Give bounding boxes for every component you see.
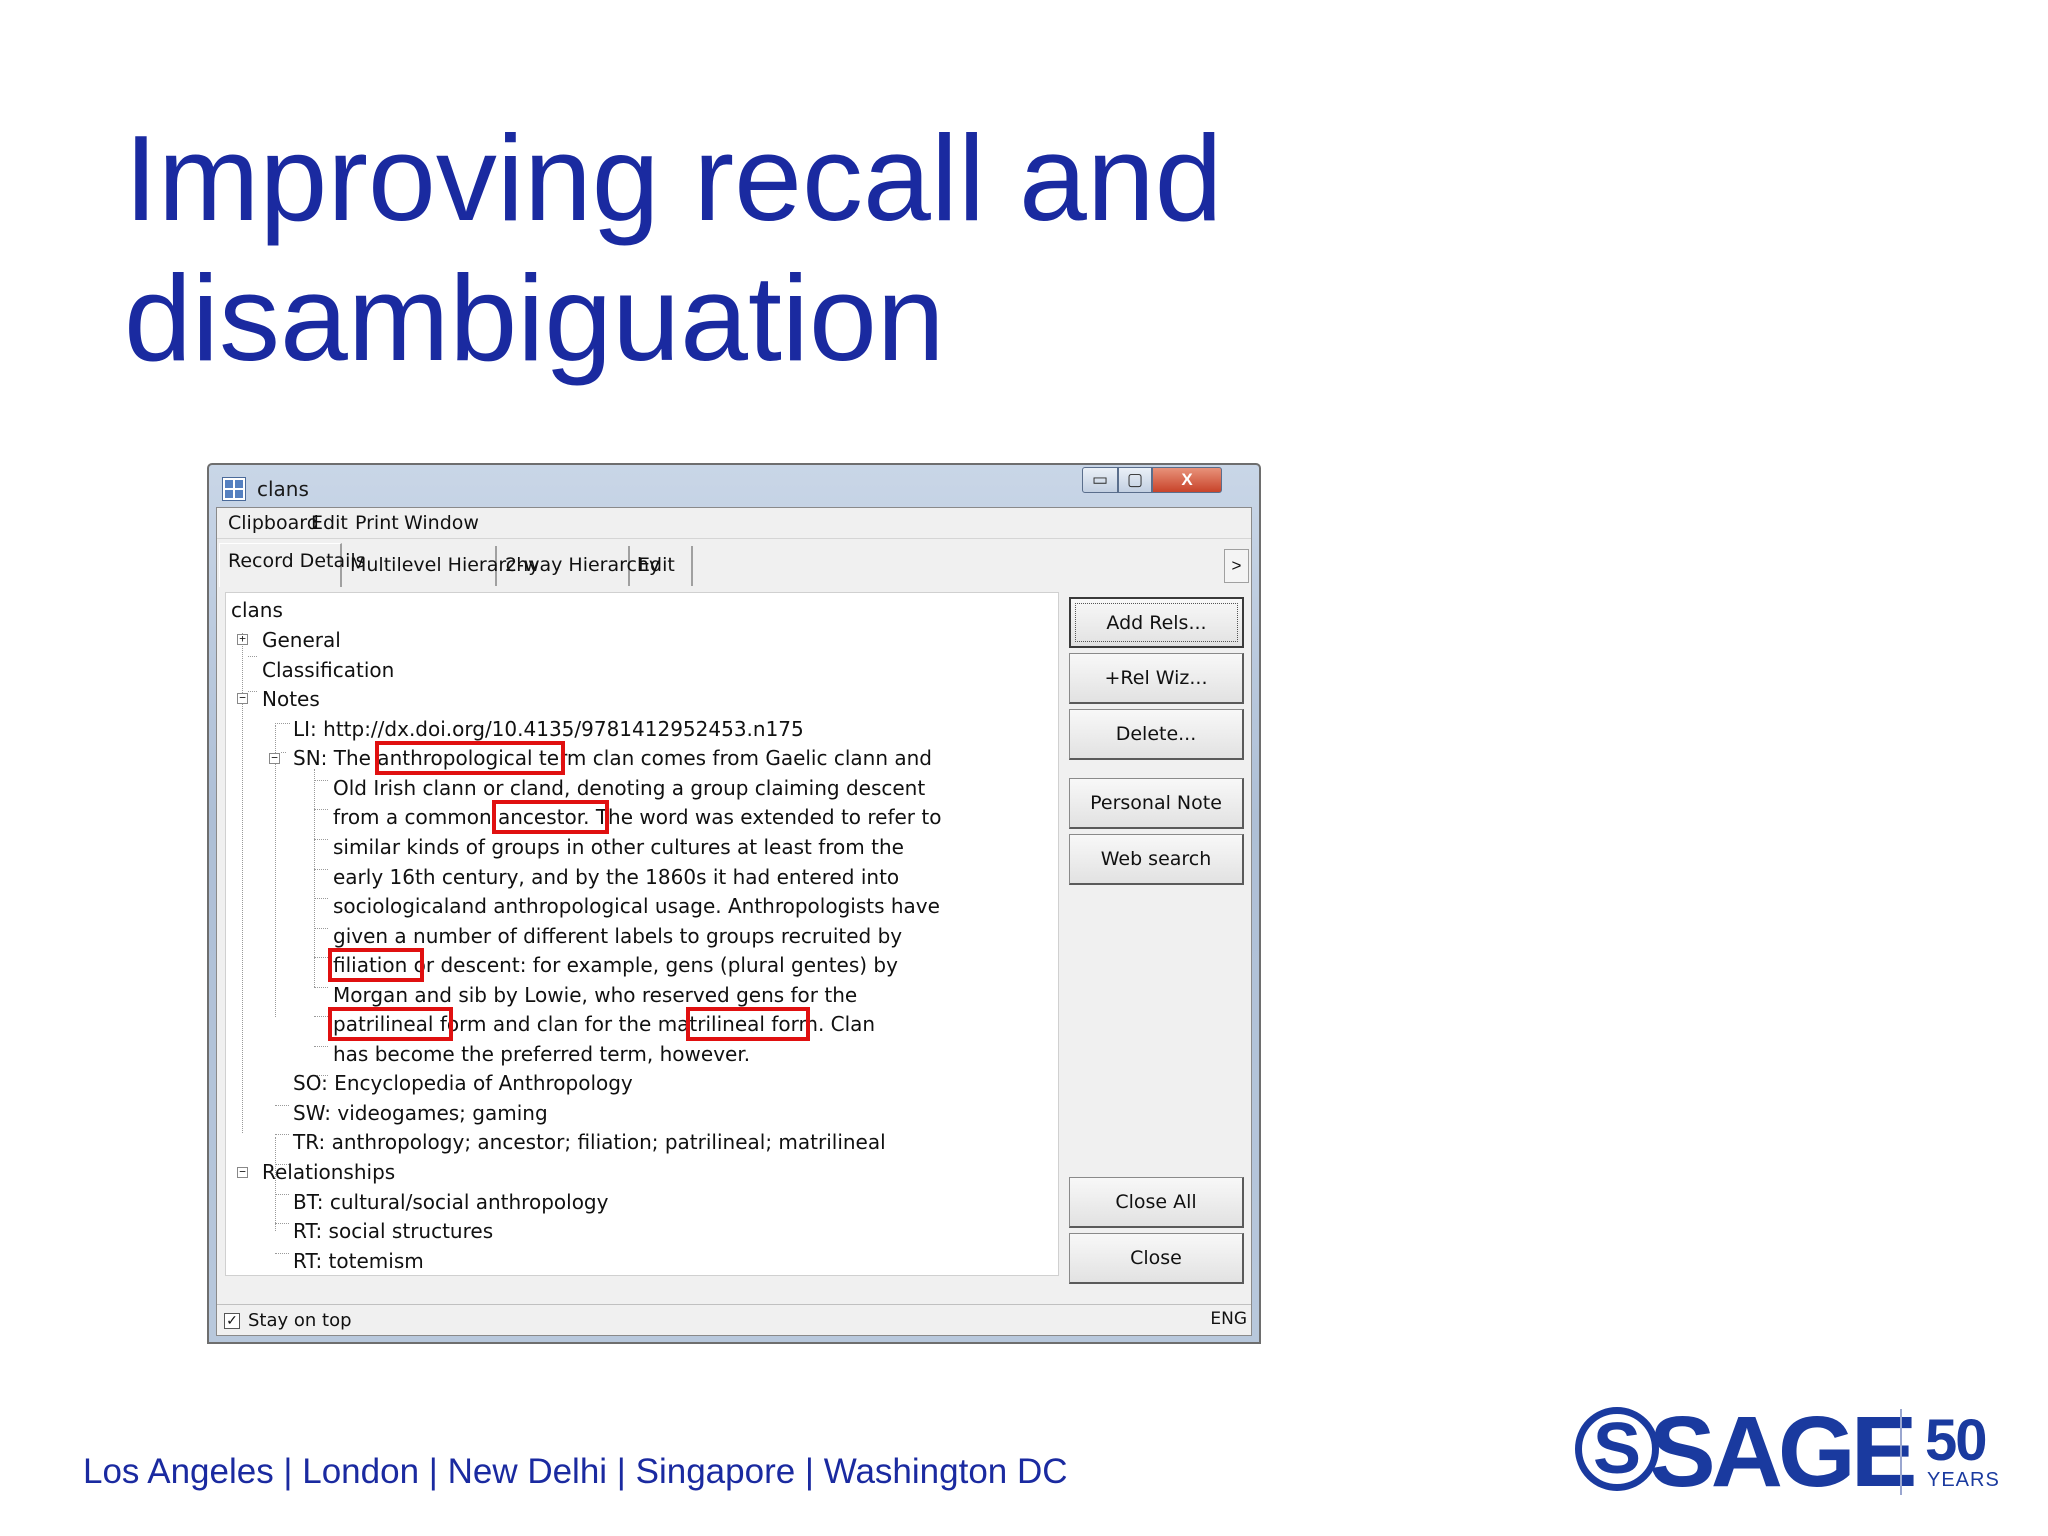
collapse-sn-icon[interactable]: − bbox=[269, 752, 280, 764]
tab-multilevel-hierarchy[interactable]: Multilevel Hierarchy bbox=[342, 546, 540, 586]
tab-edit[interactable]: Edit bbox=[630, 546, 693, 586]
tree-line bbox=[242, 633, 243, 1133]
tree-line bbox=[275, 725, 276, 1017]
sn-line: similar kinds of groups in other culture… bbox=[333, 835, 904, 859]
menu-clipboard[interactable]: Clipboard bbox=[228, 512, 319, 534]
tree-line bbox=[314, 769, 315, 987]
tree-root[interactable]: clans bbox=[231, 597, 283, 623]
tree-node-sw[interactable]: SW: videogames; gaming bbox=[293, 1100, 548, 1126]
expand-general-icon[interactable]: + bbox=[237, 633, 248, 645]
highlight-patrilineal bbox=[328, 1007, 453, 1041]
sn-line: given a number of different labels to gr… bbox=[333, 924, 903, 948]
window-title: clans bbox=[257, 477, 309, 501]
logo-wordmark: SAGE bbox=[1649, 1396, 1917, 1508]
minimize-button[interactable]: ▭ bbox=[1082, 467, 1118, 493]
logo-years-number: 50 bbox=[1925, 1408, 1987, 1473]
sn-line: sociologicaland anthropological usage. A… bbox=[333, 894, 940, 918]
tree-node-li[interactable]: LI: http://dx.doi.org/10.4135/9781412952… bbox=[293, 716, 804, 742]
tree-node-tr[interactable]: TR: anthropology; ancestor; filiation; p… bbox=[293, 1129, 886, 1155]
sn-line: Morgan and sib by Lowie, who reserved ge… bbox=[333, 983, 858, 1007]
menu-print[interactable]: Print bbox=[355, 512, 399, 534]
logo-years-label: YEARS bbox=[1927, 1469, 2000, 1491]
window-body: Clipboard Edit Print Window Record Detai… bbox=[216, 507, 1252, 1336]
tree-node-general[interactable]: General bbox=[262, 627, 341, 653]
menu-window[interactable]: Window bbox=[404, 512, 479, 534]
clans-window: clans ▭ ▢ X Clipboard Edit Print Window … bbox=[207, 463, 1261, 1344]
stay-on-top-label[interactable]: Stay on top bbox=[248, 1310, 352, 1331]
tab-2way-hierarchy[interactable]: 2-way Hierarchy bbox=[497, 546, 660, 586]
highlight-matrilineal bbox=[686, 1007, 810, 1041]
title-line-2: disambiguation bbox=[124, 250, 945, 386]
collapse-notes-icon[interactable]: − bbox=[237, 692, 248, 704]
sn-line: Old Irish clann or cland, denoting a gro… bbox=[333, 776, 926, 800]
tree-node-classification[interactable]: Classification bbox=[262, 657, 394, 683]
sn-line: has become the preferred term, however. bbox=[333, 1042, 751, 1066]
stay-on-top-checkbox[interactable]: ✓ bbox=[224, 1313, 240, 1329]
app-grid-icon bbox=[222, 477, 246, 501]
sage-logo: S SAGE 50 YEARS bbox=[1575, 1396, 2005, 1508]
tree-node-relationships[interactable]: Relationships bbox=[262, 1159, 395, 1185]
sage-s-circle-icon: S bbox=[1575, 1407, 1659, 1491]
tree-node-rt-social-structures[interactable]: RT: social structures bbox=[293, 1218, 493, 1244]
maximize-button[interactable]: ▢ bbox=[1118, 467, 1152, 493]
record-tree[interactable]: clans + General Classification − Notes L… bbox=[225, 592, 1059, 1276]
tree-node-rt-totemism[interactable]: RT: totemism bbox=[293, 1248, 424, 1274]
window-titlebar[interactable]: clans ▭ ▢ X bbox=[209, 465, 1259, 507]
slide-title: Improving recall and disambiguation bbox=[124, 108, 1223, 388]
personal-note-button[interactable]: Personal Note bbox=[1069, 778, 1244, 829]
close-all-button[interactable]: Close All bbox=[1069, 1177, 1244, 1228]
collapse-relationships-icon[interactable]: − bbox=[237, 1166, 248, 1178]
sn-line: early 16th century, and by the 1860s it … bbox=[333, 865, 900, 889]
delete-button[interactable]: Delete... bbox=[1069, 709, 1244, 760]
highlight-filiation bbox=[328, 948, 424, 982]
rel-wizard-button[interactable]: +Rel Wiz... bbox=[1069, 653, 1244, 704]
tab-bar: Record Details Multilevel Hierarchy 2-wa… bbox=[217, 539, 1251, 587]
tree-node-bt[interactable]: BT: cultural/social anthropology bbox=[293, 1189, 608, 1215]
tab-scroll-right-button[interactable]: > bbox=[1224, 549, 1249, 583]
footer-locations: Los Angeles | London | New Delhi | Singa… bbox=[83, 1452, 1068, 1491]
language-indicator: ENG bbox=[1210, 1309, 1247, 1329]
menubar: Clipboard Edit Print Window bbox=[217, 508, 1251, 539]
highlight-anthropological bbox=[375, 741, 565, 775]
sn-line: from a common ancestor. The word was ext… bbox=[333, 805, 942, 829]
close-window-button[interactable]: X bbox=[1152, 467, 1222, 493]
close-button[interactable]: Close bbox=[1069, 1233, 1244, 1284]
web-search-button[interactable]: Web search bbox=[1069, 834, 1244, 885]
logo-divider bbox=[1900, 1409, 1902, 1495]
add-rels-button[interactable]: Add Rels... bbox=[1069, 597, 1244, 648]
title-line-1: Improving recall and bbox=[124, 110, 1223, 246]
status-bar: ✓ Stay on top ENG bbox=[217, 1304, 1251, 1335]
highlight-ancestor bbox=[492, 800, 609, 834]
tree-node-notes[interactable]: Notes bbox=[262, 686, 320, 712]
tree-node-so[interactable]: SO: Encyclopedia of Anthropology bbox=[293, 1070, 633, 1096]
menu-edit[interactable]: Edit bbox=[311, 512, 348, 534]
tab-record-details[interactable]: Record Details bbox=[219, 543, 366, 587]
